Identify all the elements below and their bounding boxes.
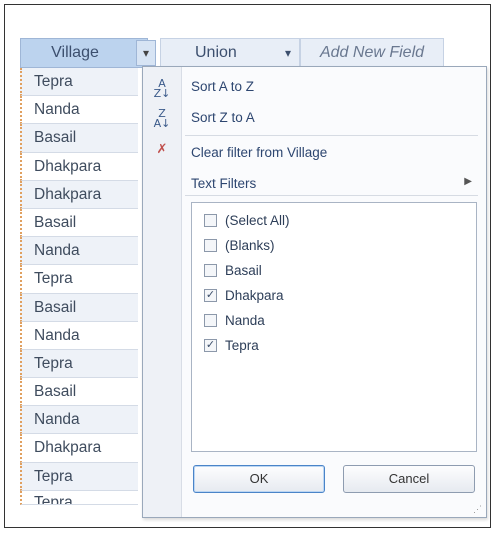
table-row[interactable]: Nanda xyxy=(20,321,138,350)
checkbox[interactable] xyxy=(204,214,217,227)
filter-value-tepra[interactable]: ✓ Tepra xyxy=(204,338,259,353)
table-row[interactable]: Tepra xyxy=(20,68,138,97)
menu-icon-gutter xyxy=(143,67,182,517)
column-header-add-new-field[interactable]: Add New Field xyxy=(300,38,444,68)
filter-menu: A Z↓ Sort A to Z Z A↓ Sort Z to A ✗ Clear … xyxy=(142,66,487,518)
village-filter-dropdown-button[interactable]: ▾ xyxy=(136,40,156,66)
column-header-union[interactable]: Union ▾ xyxy=(160,38,300,68)
cancel-button[interactable]: Cancel xyxy=(343,465,475,493)
table-row[interactable]: Dhakpara xyxy=(20,152,138,181)
column-header-village-label: Village xyxy=(51,44,99,61)
table-row[interactable]: Dhakpara xyxy=(20,434,138,463)
menu-separator xyxy=(185,135,478,136)
checkbox[interactable] xyxy=(204,264,217,277)
sort-a-z-icon: A Z↓ xyxy=(153,77,171,100)
menu-item-sort-a-z[interactable]: Sort A to Z xyxy=(191,79,254,94)
table-row[interactable]: Nanda xyxy=(20,237,138,266)
checkbox-checked[interactable]: ✓ xyxy=(204,339,217,352)
menu-separator xyxy=(185,195,478,196)
resize-grip-icon[interactable]: ⋰ xyxy=(473,504,483,514)
checkbox-checked[interactable]: ✓ xyxy=(204,289,217,302)
table-row[interactable]: Basail xyxy=(20,378,138,407)
table-row[interactable]: Basail xyxy=(20,293,138,322)
chevron-down-icon: ▾ xyxy=(142,46,150,60)
table-row[interactable]: Basail xyxy=(20,124,138,153)
table-row[interactable]: Nanda xyxy=(20,406,138,435)
table-row[interactable]: Tepra xyxy=(20,462,138,491)
checkbox[interactable] xyxy=(204,314,217,327)
village-column: Tepra Nanda Basail Dhakpara Dhakpara Bas… xyxy=(20,68,138,505)
filter-value-select-all[interactable]: (Select All) xyxy=(204,213,290,228)
union-filter-dropdown-button[interactable]: ▾ xyxy=(285,46,291,60)
clear-filter-icon: ✗ xyxy=(156,142,168,157)
sort-z-a-icon: Z A↓ xyxy=(153,107,171,130)
menu-item-text-filters[interactable]: Text Filters xyxy=(191,176,256,191)
column-header-village[interactable]: Village xyxy=(20,38,148,68)
table-row[interactable]: Tepra xyxy=(20,265,138,294)
table-row[interactable]: Tepra xyxy=(20,490,138,505)
filter-value-dhakpara[interactable]: ✓ Dhakpara xyxy=(204,288,284,303)
filter-value-nanda[interactable]: Nanda xyxy=(204,313,265,328)
chevron-right-icon: ▶ xyxy=(464,176,472,187)
table-row[interactable]: Dhakpara xyxy=(20,180,138,209)
menu-item-sort-z-a[interactable]: Sort Z to A xyxy=(191,110,255,125)
menu-item-clear-filter[interactable]: Clear filter from Village xyxy=(191,145,327,160)
checkbox[interactable] xyxy=(204,239,217,252)
table-row[interactable]: Basail xyxy=(20,208,138,238)
filter-value-basail[interactable]: Basail xyxy=(204,263,262,278)
filter-values-list[interactable]: (Select All) (Blanks) Basail ✓ Dhakpara … xyxy=(191,202,477,452)
filter-value-blanks[interactable]: (Blanks) xyxy=(204,238,275,253)
table-row[interactable]: Nanda xyxy=(20,96,138,125)
add-new-field-label: Add New Field xyxy=(319,44,425,61)
column-header-union-label: Union xyxy=(195,44,237,61)
table-row[interactable]: Tepra xyxy=(20,349,138,379)
ok-button[interactable]: OK xyxy=(193,465,325,493)
